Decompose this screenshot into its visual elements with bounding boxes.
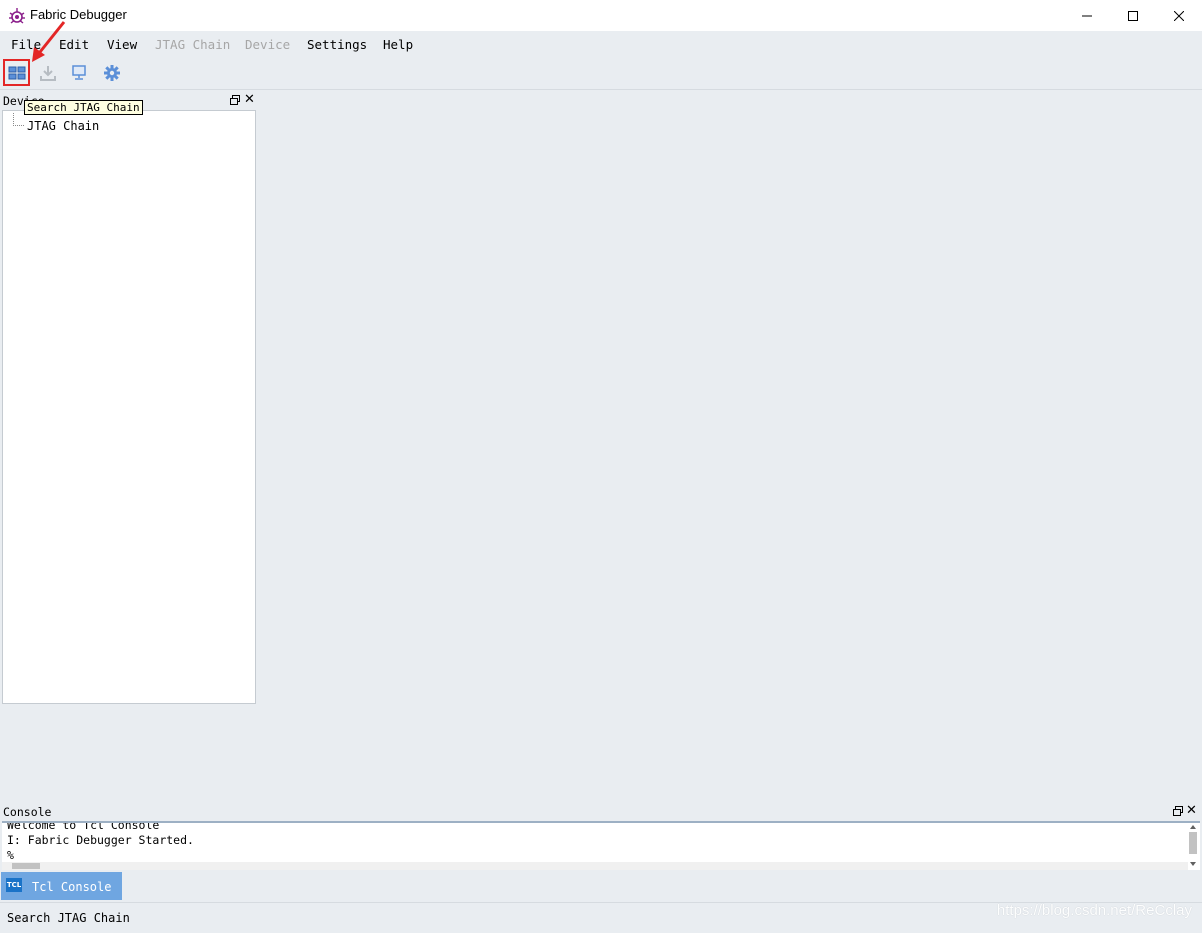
settings-button[interactable]	[100, 61, 124, 85]
app-bug-icon	[9, 8, 25, 24]
download-button[interactable]	[36, 61, 60, 85]
menu-edit[interactable]: Edit	[59, 37, 89, 52]
toolbar	[0, 56, 1202, 90]
horizontal-scrollbar-thumb[interactable]	[12, 863, 40, 869]
close-console-icon[interactable]: ✕	[1186, 803, 1197, 818]
tree-item-jtag-chain[interactable]: JTAG Chain	[27, 119, 99, 133]
minimize-button[interactable]	[1064, 0, 1110, 31]
menu-device[interactable]: Device	[245, 37, 290, 52]
maximize-icon	[1128, 10, 1138, 21]
tab-tcl-console[interactable]: TCL Tcl Console	[1, 872, 122, 900]
console-prompt: %	[7, 848, 14, 862]
download-icon	[40, 66, 56, 81]
device-tree: JTAG Chain	[2, 110, 256, 704]
close-icon	[1174, 10, 1184, 21]
watermark: https://blog.csdn.net/ReCclay	[996, 902, 1192, 919]
tooltip: Search JTAG Chain	[24, 100, 143, 115]
console-line: Welcome to Tcl Console	[7, 821, 160, 832]
console-panel-title: Console	[3, 805, 52, 819]
tab-tcl-console-label: Tcl Console	[32, 880, 112, 894]
float-console-icon[interactable]	[1172, 805, 1184, 817]
console-panel-header: Console ✕	[0, 803, 1202, 821]
status-text: Search JTAG Chain	[7, 911, 130, 925]
monitor-icon	[72, 65, 86, 80]
monitor-button[interactable]	[67, 61, 91, 85]
menu-view[interactable]: View	[107, 37, 137, 52]
console-line: I: Fabric Debugger Started.	[7, 833, 194, 847]
window-title: Fabric Debugger	[30, 7, 127, 22]
menu-settings[interactable]: Settings	[307, 37, 367, 52]
menu-help[interactable]: Help	[383, 37, 413, 52]
horizontal-scrollbar[interactable]	[2, 862, 1188, 870]
tcl-icon: TCL	[6, 878, 22, 892]
close-button[interactable]	[1156, 0, 1202, 31]
annotation-highlight-box	[3, 59, 30, 86]
menu-bar: File Edit View JTAG Chain Device Setting…	[0, 31, 1202, 56]
title-bar: Fabric Debugger	[0, 0, 1202, 31]
maximize-button[interactable]	[1110, 0, 1156, 31]
gear-icon	[104, 65, 120, 81]
float-panel-icon[interactable]	[229, 94, 241, 106]
menu-jtag-chain[interactable]: JTAG Chain	[155, 37, 230, 52]
console-output[interactable]: Welcome to Tcl Console I: Fabric Debugge…	[2, 821, 1200, 870]
close-panel-icon[interactable]: ✕	[244, 92, 255, 107]
vertical-scrollbar[interactable]	[1188, 823, 1198, 870]
tree-connector	[13, 113, 24, 126]
minimize-icon	[1082, 15, 1092, 16]
menu-file[interactable]: File	[11, 37, 41, 52]
